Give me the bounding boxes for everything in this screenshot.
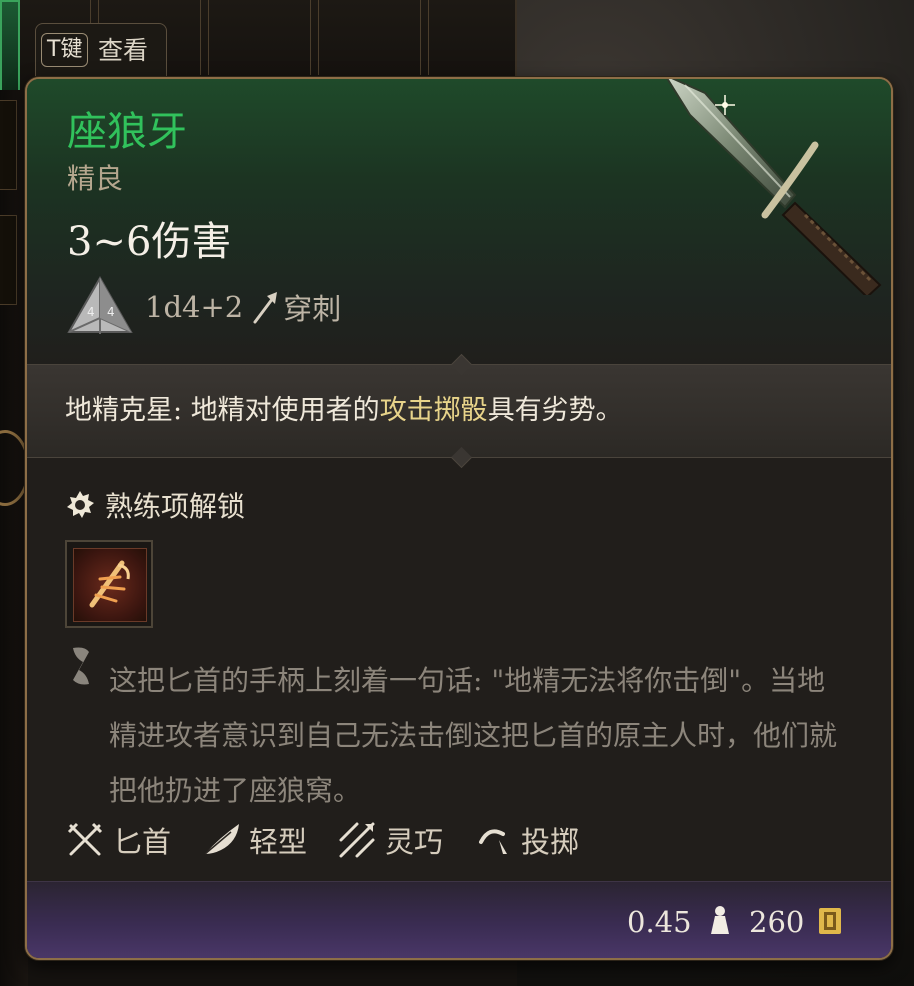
dagger-artwork-icon [666,79,882,295]
piercing-arrow-icon [253,292,278,324]
passive-highlight-link[interactable]: 攻击掷骰 [380,395,488,426]
trait-dagger[interactable]: 匕首 [65,819,171,861]
weapon-traits: 匕首 轻型 灵巧 投掷 [65,812,609,868]
proficiency-action-slot[interactable] [65,540,153,628]
tooltip-header: 座狼牙 精良 3~6伤害 4 4 1d4+2 穿刺 [27,79,891,364]
passive-text-before: 地精对使用者的 [190,395,380,426]
damage-dice-row: 4 4 1d4+2 穿刺 [67,276,342,337]
weight-icon [711,906,729,934]
item-rarity: 精良 [67,162,124,195]
item-damage: 3~6伤害 [67,219,232,265]
dice-formula: 1d4+2 [145,290,244,324]
passive-section: 地精克星: 地精对使用者的攻击掷骰具有劣势。 [27,353,891,469]
feather-icon [204,824,240,855]
item-tooltip: 座狼牙 精良 3~6伤害 4 4 1d4+2 穿刺 地精克星: 地精对使用者的攻… [25,77,893,960]
inventory-slot-selected[interactable] [0,0,20,94]
inspect-hint[interactable]: T键 查看 [35,23,167,76]
d4-die-icon: 4 4 [67,276,133,334]
svg-text:4: 4 [107,305,115,319]
inspect-label: 查看 [98,36,149,65]
scroll-lore-icon [73,647,89,685]
passive-name: 地精克星: [65,395,191,426]
trait-thrown-label: 投掷 [521,825,580,859]
inventory-slot[interactable] [0,215,17,305]
inventory-panel-edge [0,90,30,986]
proficiency-label: 熟练项解锁 [105,490,246,523]
trait-finesse-label: 灵巧 [385,825,444,859]
dagger-icon [67,822,103,856]
proficiency-header: 熟练项解锁 [65,484,245,526]
trait-dagger-label: 匕首 [113,825,172,859]
trait-finesse[interactable]: 灵巧 [337,819,443,861]
trait-light-label: 轻型 [249,825,308,859]
claw-strike-icon [89,560,130,608]
svg-text:4: 4 [87,305,95,319]
gold-coin-icon [819,908,841,934]
throw-icon [479,829,508,854]
finesse-icon [339,822,375,858]
passive-description: 地精克星: 地精对使用者的攻击掷骰具有劣势。 [65,391,623,431]
trait-thrown[interactable]: 投掷 [473,819,579,861]
item-weight: 0.45 [627,905,692,939]
item-value: 260 [749,905,805,939]
t-key-cap: T键 [41,33,89,67]
tooltip-footer: 0.45 260 [27,881,891,958]
inventory-slot[interactable] [0,100,17,190]
item-name: 座狼牙 [67,109,187,155]
damage-type: 穿刺 [283,292,342,326]
lore-text: 这把匕首的手柄上刻着一句话: "地精无法将你击倒"。当地精进攻者意识到自己无法击… [109,664,838,807]
proficiency-badge-icon [67,491,94,518]
trait-light[interactable]: 轻型 [201,819,307,861]
band-notch-bottom [450,446,473,469]
passive-text-after: 具有劣势。 [487,395,623,426]
